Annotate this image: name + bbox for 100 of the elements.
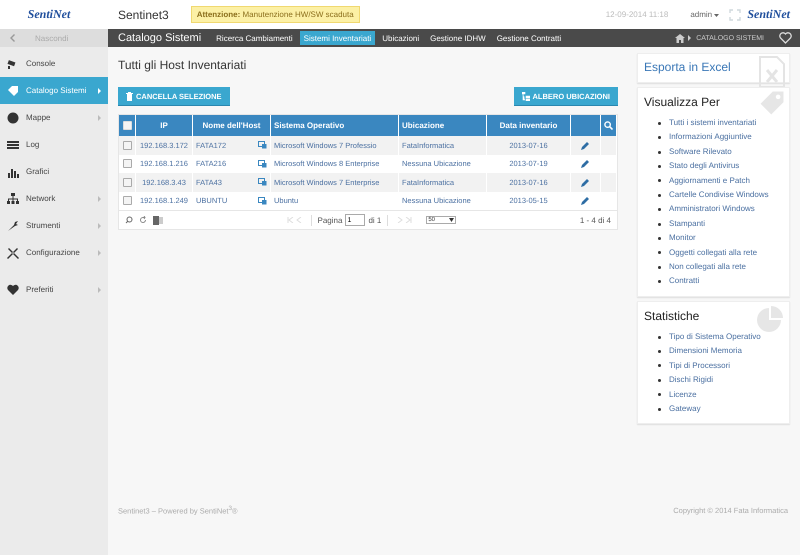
list-link[interactable]: Dimensioni Memoria xyxy=(669,344,742,359)
user-menu[interactable]: admin xyxy=(684,9,726,20)
panel-title: Statistiche xyxy=(644,308,700,323)
list-link[interactable]: Informazioni Aggiuntive xyxy=(669,130,752,145)
sidebar-item[interactable]: Log xyxy=(0,131,108,158)
heart-icon xyxy=(7,284,19,296)
nav-tab[interactable]: Ricerca Cambiamenti xyxy=(212,31,297,45)
row-checkbox[interactable] xyxy=(123,140,132,150)
record-count: 1 - 4 di 4 xyxy=(580,216,611,224)
bullet-icon xyxy=(658,179,661,182)
list-link[interactable]: Contratti xyxy=(669,274,700,289)
chevron-left-icon xyxy=(10,34,15,42)
page-label: Pagina xyxy=(318,216,342,224)
row-checkbox[interactable] xyxy=(123,196,132,206)
bullet-icon xyxy=(658,280,661,284)
spreadsheet-icon[interactable] xyxy=(153,216,163,224)
nav-tab[interactable]: Gestione IDHW xyxy=(426,31,490,45)
bullet-icon xyxy=(658,164,661,168)
row-checkbox[interactable] xyxy=(123,159,132,168)
search-icon[interactable] xyxy=(604,121,613,130)
caret-icon xyxy=(98,196,101,202)
bullet-icon xyxy=(658,350,661,353)
list-link[interactable]: Licenze xyxy=(669,388,697,402)
bullet-icon xyxy=(658,236,661,240)
bullet-icon xyxy=(658,393,661,396)
caret-icon xyxy=(98,114,101,120)
list-link[interactable]: Aggiornamenti e Patch xyxy=(669,174,750,188)
column-header[interactable]: Data inventario xyxy=(487,115,571,136)
logo: SentiNet xyxy=(747,7,790,22)
bullet-icon xyxy=(658,122,661,125)
tree-icon xyxy=(522,92,530,100)
pie-chart-icon xyxy=(755,304,785,334)
app-name: Sentinet3 xyxy=(118,8,169,22)
list-link[interactable]: Stato degli Antivirus xyxy=(669,159,740,174)
nav-tab[interactable]: Sistemi Inventariati xyxy=(300,31,376,45)
sidebar-item[interactable]: Grafici xyxy=(0,158,108,185)
bullet-icon xyxy=(658,208,661,212)
sidebar-item[interactable]: Network xyxy=(0,185,108,212)
row-checkbox[interactable] xyxy=(123,178,132,187)
bullet-icon xyxy=(658,364,661,368)
bullet-icon xyxy=(658,251,661,254)
bullet-icon xyxy=(658,408,661,411)
list-link[interactable]: Monitor xyxy=(669,231,696,246)
sidebar-item[interactable]: Strumenti xyxy=(0,212,108,239)
remote-desktop-icon[interactable] xyxy=(258,160,267,168)
list-link[interactable]: Dischi Rigidi xyxy=(669,373,714,388)
list-icon xyxy=(7,138,19,150)
list-link[interactable]: Gateway xyxy=(669,402,701,416)
wrench-icon xyxy=(7,220,19,232)
export-excel-link[interactable]: Esporta in Excel xyxy=(644,60,731,74)
list-link[interactable]: Stampanti xyxy=(669,216,706,232)
page-count: di 1 xyxy=(368,216,382,224)
sidebar-item[interactable]: Configurazione xyxy=(0,239,108,266)
caret-icon xyxy=(688,35,692,41)
sidebar-item[interactable]: Console xyxy=(0,50,108,77)
heart-icon[interactable] xyxy=(779,32,792,44)
list-link[interactable]: Tipo di Sistema Operativo xyxy=(669,330,761,344)
bullet-icon xyxy=(658,194,661,197)
column-header[interactable]: IP xyxy=(136,115,193,136)
bullet-icon xyxy=(658,222,661,226)
caret-icon xyxy=(449,218,454,222)
tag-icon xyxy=(759,90,785,116)
tools-icon xyxy=(7,246,19,258)
column-header[interactable]: Ubicazione xyxy=(399,115,487,136)
remote-desktop-icon[interactable] xyxy=(258,196,267,205)
sidebar-item[interactable]: Preferiti xyxy=(0,276,108,303)
bullet-icon xyxy=(658,136,661,140)
nav-tab[interactable]: Ubicazioni xyxy=(378,31,424,45)
tag-icon xyxy=(7,84,19,96)
bullet-icon xyxy=(658,336,661,339)
refresh-icon[interactable] xyxy=(139,216,147,224)
column-header[interactable]: Sistema Operativo xyxy=(271,115,399,136)
list-link[interactable]: Oggetti collegati alla rete xyxy=(669,246,758,260)
nav-tab[interactable]: Gestione Contratti xyxy=(492,31,566,45)
network-icon xyxy=(7,192,19,204)
home-icon[interactable] xyxy=(675,34,686,42)
logo: SentiNet xyxy=(28,7,70,22)
sidebar-item[interactable]: Catalogo Sistemi xyxy=(0,77,108,104)
list-link[interactable]: Software Rilevato xyxy=(669,144,732,160)
caret-icon xyxy=(98,88,101,94)
list-link[interactable]: Tutti i sistemi inventariati xyxy=(669,116,756,130)
trash-icon xyxy=(126,92,133,100)
remote-desktop-icon[interactable] xyxy=(258,141,267,150)
panel-title: Visualizza Per xyxy=(644,95,721,109)
list-link[interactable]: Amministratori Windows xyxy=(669,202,755,217)
page-title: Tutti gli Host Inventariati xyxy=(118,58,248,72)
list-link[interactable]: Tipi di Processori xyxy=(669,358,730,374)
list-link[interactable]: Cartelle Condivise Windows xyxy=(669,188,769,202)
search-icon[interactable] xyxy=(125,216,133,224)
bullet-icon xyxy=(658,266,661,269)
list-link[interactable]: Non collegati alla rete xyxy=(669,260,746,274)
select-all-checkbox[interactable] xyxy=(122,121,132,130)
caret-icon xyxy=(98,250,101,256)
column-header[interactable]: Nome dell'Host xyxy=(193,115,271,136)
sidebar-item[interactable]: Mappe xyxy=(0,104,108,131)
caret-icon xyxy=(98,286,101,292)
section-title: Catalogo Sistemi xyxy=(118,32,202,44)
caret-icon xyxy=(714,14,720,17)
bullet-icon xyxy=(658,378,661,382)
remote-desktop-icon[interactable] xyxy=(258,178,267,186)
